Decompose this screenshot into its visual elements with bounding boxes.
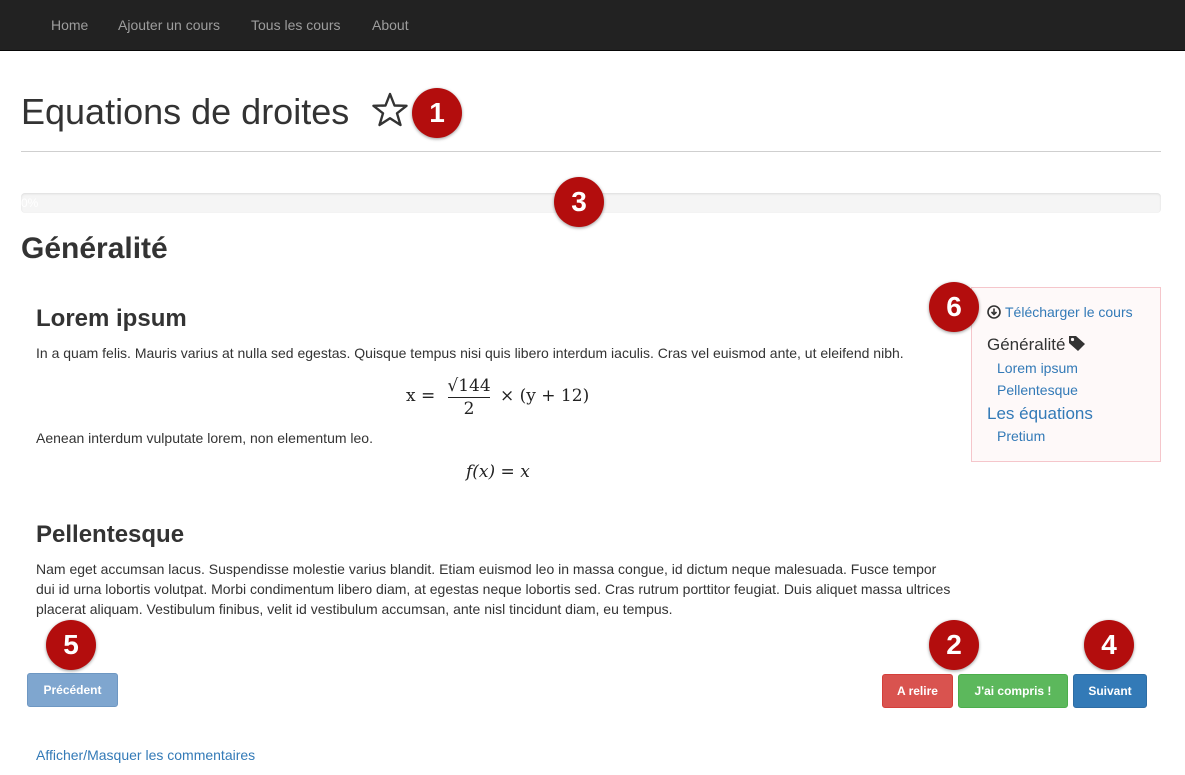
equation-2: f(x) = x (466, 462, 530, 482)
annotation-marker-1: 1 (412, 88, 462, 138)
section-title: Généralité (21, 232, 168, 265)
equation-1-rhs: × (y + 12) (500, 386, 590, 406)
subsection-title-pellentesque: Pellentesque (36, 521, 185, 548)
understood-button[interactable]: J'ai compris ! (958, 674, 1068, 708)
toggle-comments-link[interactable]: Afficher/Masquer les commentaires (36, 747, 255, 763)
next-button[interactable]: Suivant (1073, 674, 1147, 708)
equation-1-lhs: x = (406, 386, 436, 406)
annotation-marker-6: 6 (929, 282, 979, 332)
previous-button[interactable]: Précédent (27, 673, 118, 707)
nav-about[interactable]: About (372, 0, 409, 50)
tag-icon (1069, 336, 1085, 351)
equation-1-numerator: √144 (447, 376, 491, 396)
page-title: Equations de droites (21, 91, 350, 132)
toc-heading-generalite[interactable]: Généralité (987, 335, 1065, 355)
star-icon[interactable] (372, 92, 408, 128)
title-divider (21, 151, 1161, 152)
annotation-marker-3: 3 (554, 177, 604, 227)
top-navbar: Home Ajouter un cours Tous les cours Abo… (0, 0, 1185, 51)
equation-1-denominator: 2 (463, 399, 475, 419)
course-sidebar: Télécharger le cours Généralité Lorem ip… (971, 287, 1161, 462)
nav-add-course[interactable]: Ajouter un cours (118, 0, 220, 50)
annotation-marker-2: 2 (929, 620, 979, 670)
subsection-title-lorem: Lorem ipsum (36, 305, 187, 332)
nav-home[interactable]: Home (51, 0, 88, 50)
annotation-marker-5: 5 (46, 620, 96, 670)
download-icon[interactable] (987, 305, 1001, 319)
toc-heading-les-equations[interactable]: Les équations (987, 404, 1093, 424)
pellentesque-paragraph: Nam eget accumsan lacus. Suspendisse mol… (36, 561, 951, 617)
fraction-bar (448, 397, 490, 398)
lorem-paragraph-1: In a quam felis. Mauris varius at nulla … (36, 345, 904, 361)
progress-label: 0% (21, 196, 39, 210)
reread-button[interactable]: A relire (882, 674, 953, 708)
nav-all-courses[interactable]: Tous les cours (251, 0, 340, 50)
toc-item-pretium[interactable]: Pretium (997, 428, 1045, 444)
toc-item-lorem-ipsum[interactable]: Lorem ipsum (997, 360, 1078, 376)
annotation-marker-4: 4 (1084, 620, 1134, 670)
download-course-link[interactable]: Télécharger le cours (1005, 304, 1133, 320)
lorem-paragraph-2: Aenean interdum vulputate lorem, non ele… (36, 430, 373, 446)
toc-item-pellentesque[interactable]: Pellentesque (997, 382, 1078, 398)
